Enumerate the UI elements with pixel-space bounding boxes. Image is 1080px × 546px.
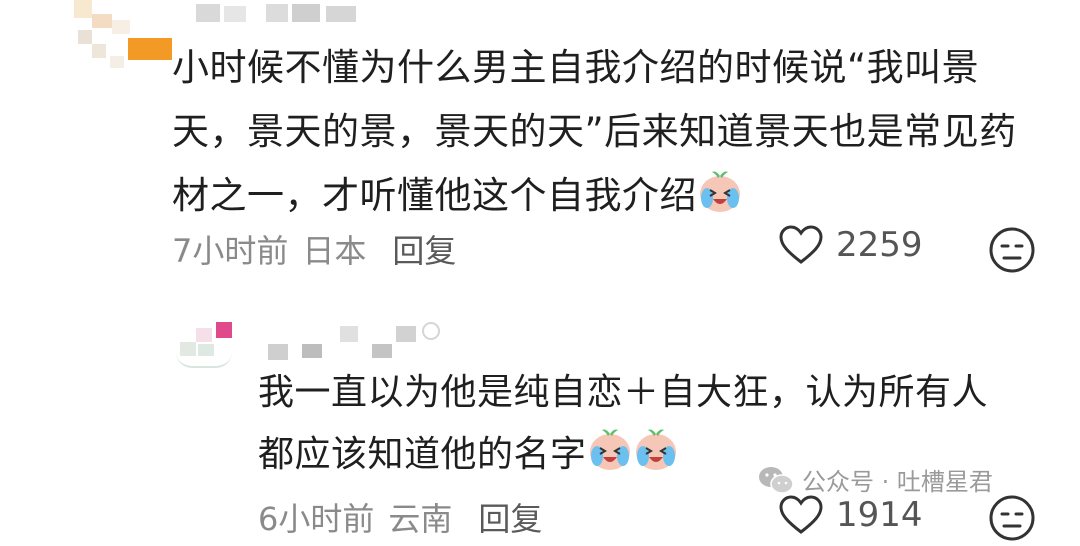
meh-face-icon [989,495,1035,541]
timestamp: 6小时前 [258,500,375,538]
crying-laughing-emoji-icon [587,426,633,492]
wechat-icon [759,466,794,494]
like-count: 2259 [836,225,923,265]
watermark-text: 公众号 · 吐槽星君 [802,468,993,496]
dislike-button[interactable] [988,226,1036,278]
comment-line: 天，景天的景，景天的天”后来知道景天也是常见药 [172,110,1017,153]
username[interactable] [268,322,448,362]
heart-icon [779,495,823,534]
comment-meta: 7小时前 日本 回复 [172,226,456,272]
heart-icon [779,225,823,264]
comment-text: 小时候不懂为什么男主自我介绍的时候说“我叫景 天，景天的景，景天的天”后来知道景… [172,36,1017,234]
like-button[interactable]: 2259 [778,224,923,266]
dislike-button[interactable] [988,494,1036,546]
comment-meta: 6小时前 云南 回复 [258,494,542,540]
reply-button[interactable]: 回复 [392,232,456,270]
avatar[interactable] [48,0,172,70]
like-count: 1914 [836,495,923,535]
crying-laughing-emoji-icon [697,168,743,234]
username[interactable] [196,4,366,24]
timestamp: 7小时前 [172,232,289,270]
avatar[interactable] [176,322,236,368]
location: 日本 [302,232,367,270]
location: 云南 [388,500,453,538]
meh-face-icon [989,227,1035,273]
comment-line: 小时候不懂为什么男主自我介绍的时候说“我叫景 [172,46,980,89]
crying-laughing-emoji-icon [633,426,679,492]
comment-line: 我一直以为他是纯自恋＋自大狂，认为所有人 [258,372,989,413]
like-button[interactable]: 1914 [778,494,923,536]
reply-button[interactable]: 回复 [478,500,542,538]
watermark: 公众号 · 吐槽星君 [758,462,993,497]
